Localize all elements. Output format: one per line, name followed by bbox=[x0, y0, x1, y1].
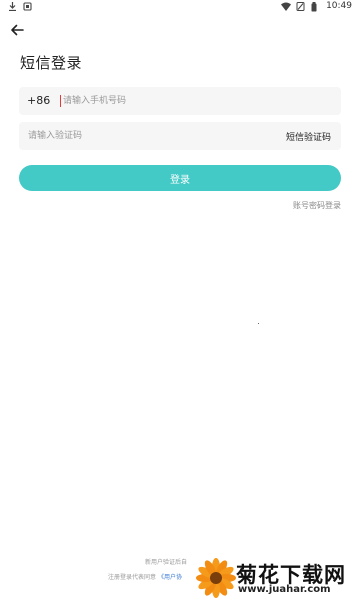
notification-icon bbox=[23, 2, 32, 11]
code-input[interactable] bbox=[28, 126, 248, 146]
sim-icon bbox=[296, 1, 305, 11]
watermark-url: www.juahar.com bbox=[238, 584, 331, 595]
stray-dot bbox=[258, 323, 259, 324]
battery-icon bbox=[311, 1, 320, 11]
footer-notice: 新用户验证后自 bbox=[145, 559, 188, 566]
login-button[interactable]: 登录 bbox=[19, 165, 341, 191]
wifi-icon bbox=[281, 2, 292, 11]
login-screen: 10:49 短信登录 +86 短信验证码 登录 账号密码登录 新用户验证后自 注… bbox=[0, 0, 360, 600]
password-login-link[interactable]: 账号密码登录 bbox=[293, 200, 341, 211]
footer-agreement-text: 注册登录代表同意 bbox=[108, 574, 157, 581]
text-caret bbox=[60, 95, 61, 107]
code-field[interactable]: 短信验证码 bbox=[19, 122, 341, 150]
phone-field[interactable]: +86 bbox=[19, 87, 341, 115]
phone-input[interactable] bbox=[63, 91, 323, 111]
status-bar: 10:49 bbox=[0, 0, 360, 14]
back-button[interactable] bbox=[8, 22, 26, 38]
footer-agreement: 注册登录代表同意 《用户协 bbox=[108, 572, 182, 581]
status-time: 10:49 bbox=[326, 1, 352, 11]
flower-logo-icon bbox=[196, 558, 236, 598]
back-arrow-icon bbox=[10, 21, 24, 40]
user-agreement-link[interactable]: 《用户协 bbox=[158, 574, 182, 581]
country-code[interactable]: +86 bbox=[27, 94, 50, 107]
page-title: 短信登录 bbox=[20, 54, 83, 72]
send-code-button[interactable]: 短信验证码 bbox=[286, 130, 331, 143]
watermark: 菊花下载网 www.juahar.com bbox=[196, 558, 356, 598]
download-icon bbox=[8, 2, 17, 12]
